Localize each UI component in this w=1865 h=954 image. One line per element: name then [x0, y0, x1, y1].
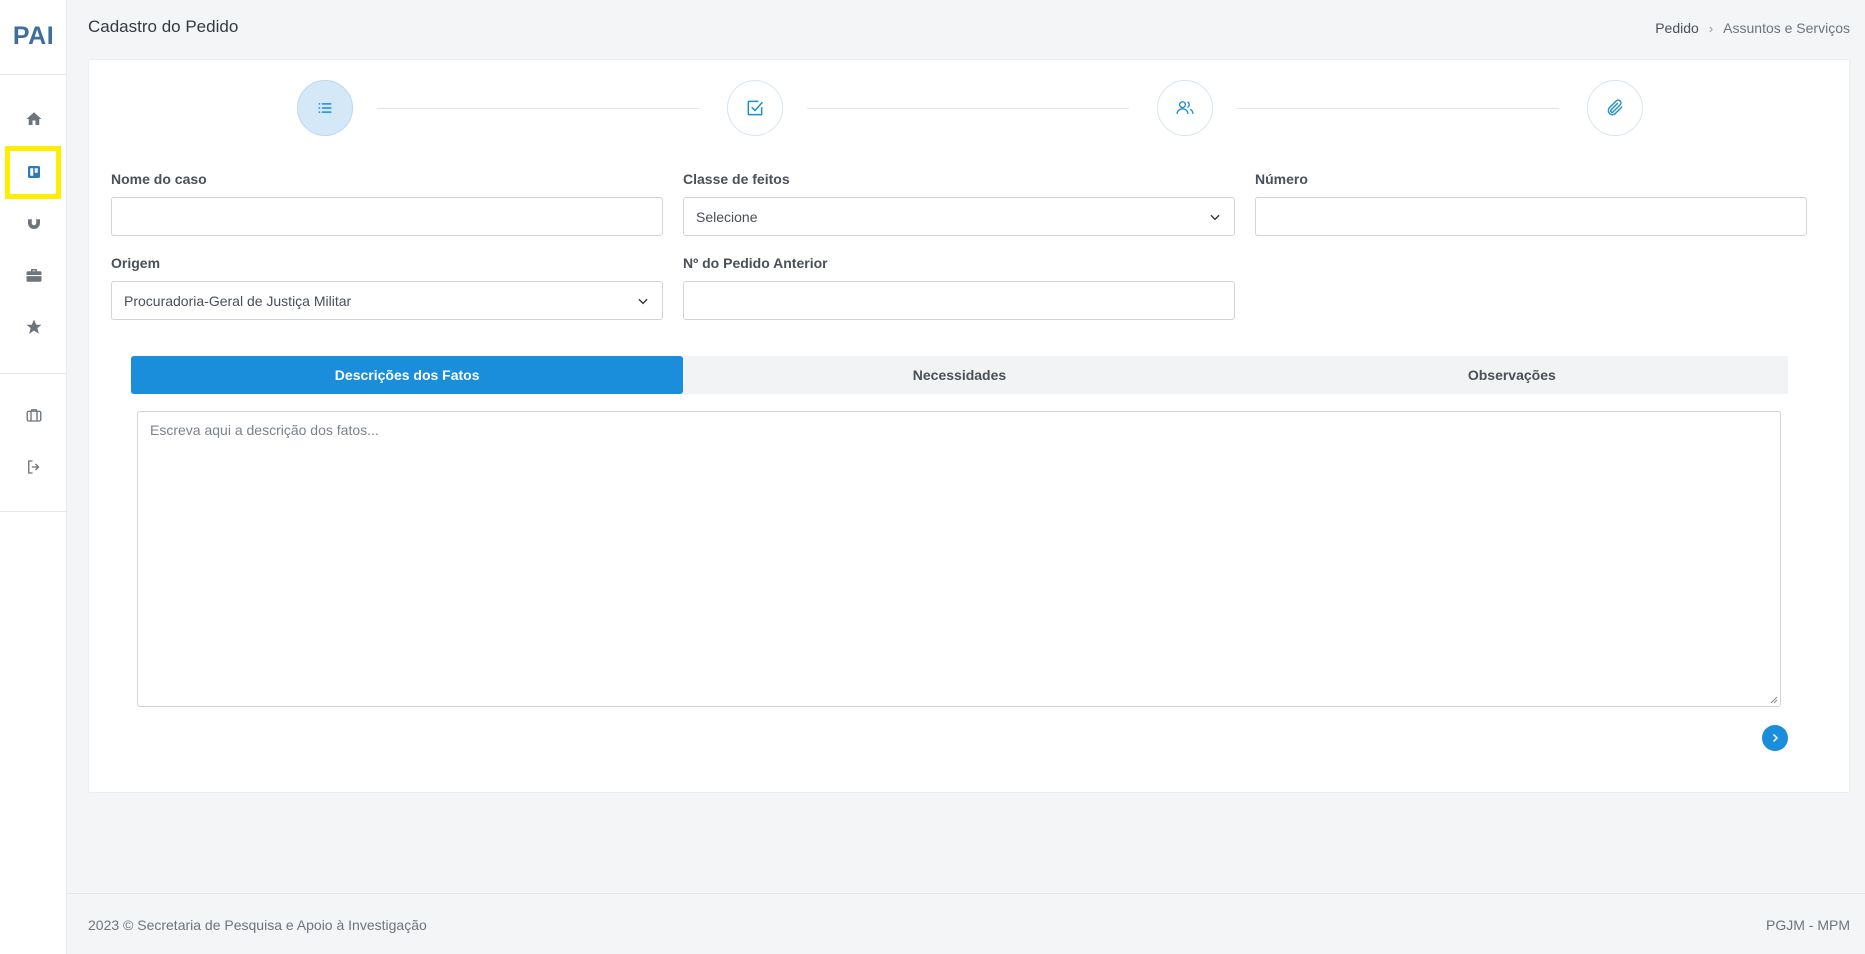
resize-handle-icon[interactable]	[1768, 694, 1778, 704]
board-icon	[28, 166, 40, 178]
magnet-icon	[28, 217, 40, 229]
classe-feitos-select[interactable]: Selecione	[683, 197, 1235, 236]
users-icon	[1176, 101, 1194, 114]
page-title: Cadastro do Pedido	[88, 17, 239, 36]
order-form-card: Nome do caso Classe de feitos Selecione …	[88, 59, 1850, 793]
chevron-down-icon	[638, 298, 648, 304]
content-tabs: Descrições dos Fatos Necessidades Observ…	[131, 356, 1788, 394]
pedido-anterior-input[interactable]	[683, 281, 1235, 320]
nome-caso-input[interactable]	[111, 197, 663, 236]
step-description[interactable]	[297, 80, 353, 136]
step-people[interactable]	[1157, 80, 1213, 136]
star-icon	[26, 319, 42, 334]
footer-copyright: 2023 © Secretaria de Pesquisa e Apoio à …	[88, 917, 427, 933]
numero-input[interactable]	[1255, 197, 1807, 236]
tab-descricoes-fatos[interactable]: Descrições dos Fatos	[131, 356, 684, 394]
origem-select[interactable]: Procuradoria-Geral de Justiça Militar	[111, 281, 663, 320]
app-logo[interactable]: PAI	[0, 22, 67, 51]
step-connector	[807, 108, 1129, 109]
step-attachments[interactable]	[1587, 80, 1643, 136]
sidebar-item-magnet[interactable]	[19, 208, 49, 238]
sidebar-item-briefcase[interactable]	[19, 260, 49, 290]
description-placeholder: Escreva aqui a descrição dos fatos...	[150, 422, 379, 438]
step-connector	[377, 108, 699, 109]
logout-icon	[28, 460, 40, 474]
chevron-right-icon	[1772, 733, 1779, 743]
next-step-button[interactable]	[1762, 725, 1788, 751]
step-subjects[interactable]	[727, 80, 783, 136]
sidebar: PAI	[0, 0, 67, 954]
tab-necessidades[interactable]: Necessidades	[683, 356, 1235, 394]
sidebar-divider	[0, 74, 67, 75]
pedido-anterior-label: Nº do Pedido Anterior	[683, 255, 828, 271]
sidebar-item-star[interactable]	[19, 312, 49, 342]
sidebar-divider	[0, 511, 67, 512]
origem-value: Procuradoria-Geral de Justiça Militar	[124, 292, 352, 309]
description-textarea[interactable]: Escreva aqui a descrição dos fatos...	[137, 411, 1781, 707]
sidebar-item-board[interactable]	[19, 157, 49, 187]
sidebar-divider	[0, 373, 67, 374]
paperclip-icon	[1607, 99, 1623, 116]
tab-observacoes[interactable]: Observações	[1236, 356, 1788, 394]
home-icon	[26, 112, 42, 125]
breadcrumb-current: Assuntos e Serviços	[1723, 20, 1850, 36]
breadcrumb: Pedido › Assuntos e Serviços	[1655, 20, 1850, 36]
footer-org: PGJM - MPM	[1766, 917, 1850, 933]
classe-feitos-label: Classe de feitos	[683, 171, 790, 187]
footer: 2023 © Secretaria de Pesquisa e Apoio à …	[67, 893, 1865, 954]
breadcrumb-link-pedido[interactable]: Pedido	[1655, 20, 1699, 36]
list-icon	[318, 103, 332, 113]
sidebar-item-home[interactable]	[19, 104, 49, 134]
origem-label: Origem	[111, 255, 161, 271]
sidebar-item-logout[interactable]	[19, 452, 49, 482]
chevron-down-icon	[1210, 214, 1220, 220]
sidebar-item-suitcase[interactable]	[19, 400, 49, 430]
breadcrumb-separator: ›	[1708, 20, 1714, 36]
nome-caso-label: Nome do caso	[111, 171, 207, 187]
numero-label: Número	[1255, 171, 1308, 187]
briefcase-icon	[26, 269, 42, 282]
classe-feitos-value: Selecione	[696, 208, 758, 225]
step-connector	[1237, 108, 1559, 109]
checkbox-icon	[747, 100, 764, 116]
suitcase-icon	[26, 409, 42, 422]
